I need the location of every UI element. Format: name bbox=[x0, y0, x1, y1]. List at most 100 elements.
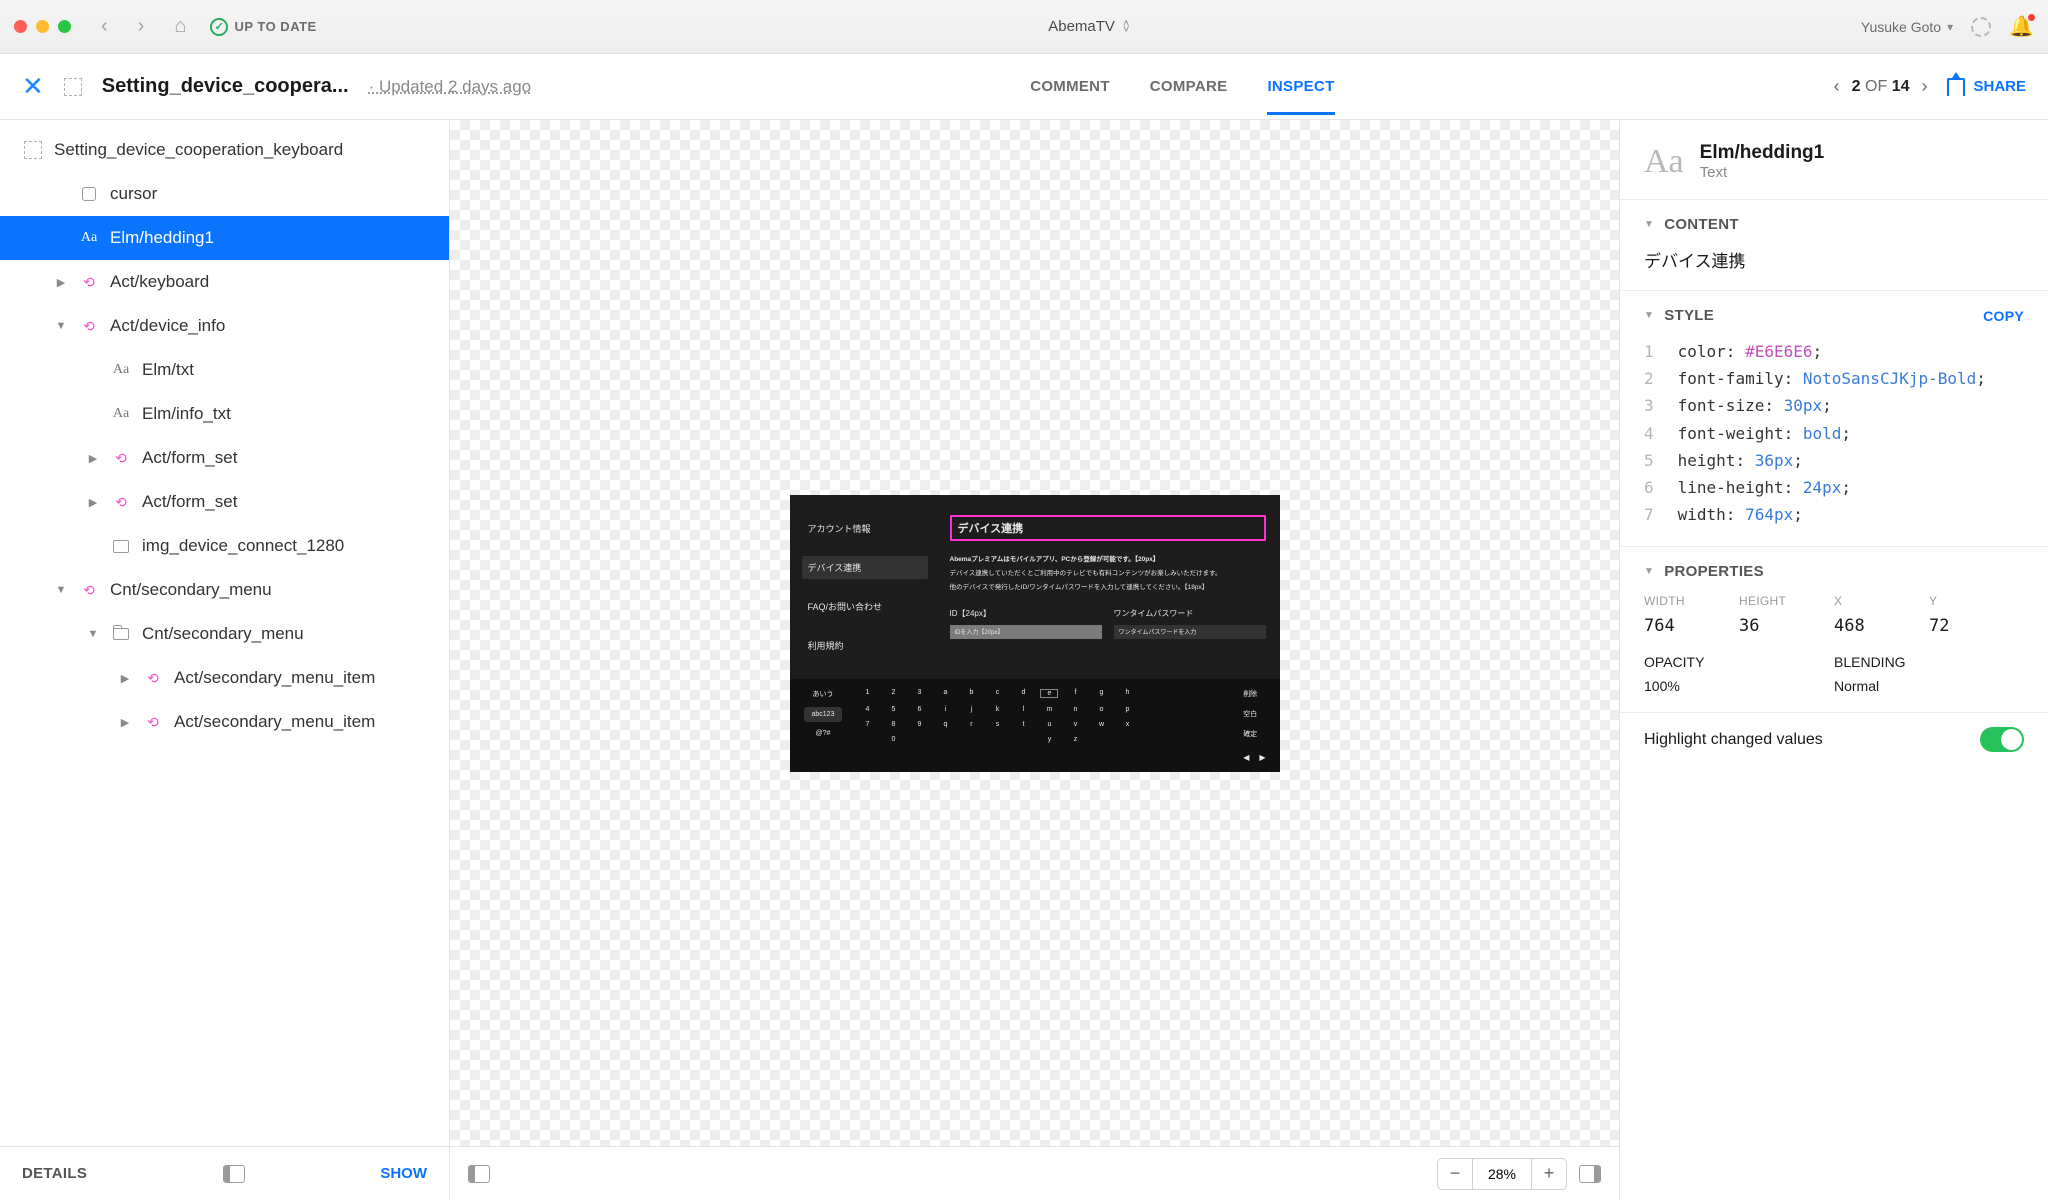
copy-style-button[interactable]: COPY bbox=[1983, 308, 2024, 324]
notifications-icon[interactable]: 🔔 bbox=[2009, 14, 2034, 39]
prop-x-label: X bbox=[1834, 594, 1929, 608]
sync-status-label: UP TO DATE bbox=[234, 19, 316, 34]
project-switcher[interactable]: AbemaTV ˄˅ bbox=[335, 18, 1843, 35]
prop-width-value[interactable]: 764 bbox=[1644, 616, 1739, 636]
preview-main: デバイス連携 Abemaプレミアムはモバイルアプリ、PCから登録が可能です。【2… bbox=[940, 495, 1280, 679]
expander-icon[interactable]: ▼ bbox=[54, 584, 68, 596]
preview-form1-label: ID【24px】 bbox=[950, 608, 1102, 619]
prop-blending-value[interactable]: Normal bbox=[1834, 678, 2024, 694]
tree-root[interactable]: Setting_device_cooperation_keyboard bbox=[0, 128, 449, 172]
tree-item[interactable]: ▶⟲Act/secondary_menu_item bbox=[0, 700, 449, 744]
expander-icon[interactable]: ▼ bbox=[54, 320, 68, 332]
user-name: Yusuke Goto bbox=[1861, 19, 1941, 35]
tab-comment[interactable]: COMMENT bbox=[1030, 78, 1110, 115]
preview-desc-3: 他のデバイスで発行したID/ワンタイムパスワードを入力して連携してください。【1… bbox=[950, 583, 1266, 593]
tree-item-label: Act/form_set bbox=[142, 448, 237, 468]
tree-item-label: Setting_device_cooperation_keyboard bbox=[54, 140, 343, 160]
kb-mode: abc123 bbox=[804, 707, 843, 722]
zoom-window[interactable] bbox=[58, 20, 71, 33]
expander-icon[interactable]: ▶ bbox=[86, 452, 100, 465]
kb-key: 5 bbox=[884, 706, 902, 713]
tab-inspect[interactable]: INSPECT bbox=[1267, 78, 1334, 115]
tree-item[interactable]: AaElm/txt bbox=[0, 348, 449, 392]
share-button[interactable]: SHARE bbox=[1947, 78, 2026, 96]
tab-compare[interactable]: COMPARE bbox=[1150, 78, 1228, 115]
pager-next-icon[interactable]: › bbox=[1921, 76, 1927, 97]
expander-icon[interactable]: ▶ bbox=[86, 496, 100, 509]
text-icon: Aa bbox=[110, 406, 132, 422]
kb-key: 8 bbox=[884, 721, 902, 728]
close-document-icon[interactable]: ✕ bbox=[22, 71, 44, 102]
highlight-changed-toggle[interactable] bbox=[1980, 727, 2024, 752]
tree-item[interactable]: AaElm/hedding1 bbox=[0, 216, 449, 260]
artboard-preview[interactable]: アカウント情報デバイス連携FAQ/お問い合わせ利用規約 デバイス連携 Abema… bbox=[790, 495, 1280, 772]
pager-prev-icon[interactable]: ‹ bbox=[1834, 76, 1840, 97]
panel-toggle-icon[interactable] bbox=[223, 1165, 245, 1183]
expander-icon[interactable]: ▶ bbox=[54, 276, 68, 289]
prop-opacity-value[interactable]: 100% bbox=[1644, 678, 1834, 694]
pager-position: 2 OF 14 bbox=[1852, 78, 1910, 96]
tree-item-label: Act/form_set bbox=[142, 492, 237, 512]
kb-key: 1 bbox=[858, 689, 876, 698]
project-name: AbemaTV bbox=[1048, 18, 1115, 35]
disclosure-triangle-icon: ▼ bbox=[1644, 219, 1654, 230]
nav-forward-icon[interactable]: › bbox=[132, 15, 151, 38]
zoom-out-button[interactable]: − bbox=[1438, 1159, 1472, 1189]
canvas-area[interactable]: アカウント情報デバイス連携FAQ/お問い合わせ利用規約 デバイス連携 Abema… bbox=[450, 120, 1619, 1146]
prop-x-value[interactable]: 468 bbox=[1834, 616, 1929, 636]
kb-key: s bbox=[988, 721, 1006, 728]
kb-key: c bbox=[988, 689, 1006, 698]
preview-form2-input: ワンタイムパスワードを入力 bbox=[1114, 625, 1266, 639]
section-content-label: CONTENT bbox=[1664, 216, 1739, 233]
section-style-header[interactable]: ▼ STYLE COPY bbox=[1644, 307, 2024, 324]
kb-key: d bbox=[1014, 689, 1032, 698]
content-value[interactable]: デバイス連携 bbox=[1644, 247, 2024, 272]
left-panel-toggle-icon[interactable] bbox=[468, 1165, 490, 1183]
kb-key: t bbox=[1014, 721, 1032, 728]
tree-item[interactable]: ▶⟲Act/keyboard bbox=[0, 260, 449, 304]
section-content-header[interactable]: ▼ CONTENT bbox=[1644, 216, 2024, 233]
tree-item-label: Cnt/secondary_menu bbox=[142, 624, 304, 644]
zoom-input[interactable] bbox=[1472, 1159, 1532, 1189]
lifesaver-icon[interactable] bbox=[1971, 17, 1991, 37]
show-details-button[interactable]: SHOW bbox=[380, 1165, 427, 1182]
home-icon[interactable]: ⌂ bbox=[168, 15, 192, 38]
right-panel-toggle-icon[interactable] bbox=[1579, 1165, 1601, 1183]
section-style: ▼ STYLE COPY 1 color: #E6E6E6;2 font-fam… bbox=[1620, 290, 2048, 546]
minimize-window[interactable] bbox=[36, 20, 49, 33]
kb-key bbox=[910, 736, 928, 743]
expander-icon[interactable]: ▶ bbox=[118, 716, 132, 729]
tree-item[interactable]: ▶⟲Act/form_set bbox=[0, 436, 449, 480]
preview-menu-item: FAQ/お問い合わせ bbox=[802, 595, 928, 618]
section-content: ▼ CONTENT デバイス連携 bbox=[1620, 199, 2048, 290]
user-menu[interactable]: Yusuke Goto ▾ bbox=[1861, 19, 1953, 35]
check-icon: ✓ bbox=[210, 18, 228, 36]
expander-icon[interactable]: ▼ bbox=[86, 628, 100, 640]
document-updated[interactable]: · Updated 2 days ago bbox=[369, 77, 532, 97]
preview-selected-heading[interactable]: デバイス連携 bbox=[950, 515, 1266, 541]
tree-item[interactable]: ▼ Cnt/secondary_menu bbox=[0, 612, 449, 656]
tree-footer: DETAILS SHOW bbox=[0, 1146, 449, 1200]
tree-item[interactable]: cursor bbox=[0, 172, 449, 216]
tree-item[interactable]: ▶⟲Act/form_set bbox=[0, 480, 449, 524]
expander-icon[interactable]: ▶ bbox=[118, 672, 132, 685]
prop-height-label: HEIGHT bbox=[1739, 594, 1834, 608]
symbol-icon: ⟲ bbox=[78, 318, 100, 335]
tree-item[interactable]: img_device_connect_1280 bbox=[0, 524, 449, 568]
tree-item[interactable]: ▼⟲Act/device_info bbox=[0, 304, 449, 348]
tree-item[interactable]: ▼⟲Cnt/secondary_menu bbox=[0, 568, 449, 612]
tree-item[interactable]: ▶⟲Act/secondary_menu_item bbox=[0, 656, 449, 700]
kb-key: y bbox=[1040, 736, 1058, 743]
folder-icon bbox=[110, 628, 132, 640]
prop-y-value[interactable]: 72 bbox=[1929, 616, 2024, 636]
css-code[interactable]: 1 color: #E6E6E6;2 font-family: NotoSans… bbox=[1644, 338, 2024, 528]
zoom-in-button[interactable]: + bbox=[1532, 1159, 1566, 1189]
kb-key: n bbox=[1066, 706, 1084, 713]
kb-key: 7 bbox=[858, 721, 876, 728]
tree-item[interactable]: AaElm/info_txt bbox=[0, 392, 449, 436]
close-window[interactable] bbox=[14, 20, 27, 33]
kb-arrows: ◀▶ bbox=[1243, 753, 1265, 762]
prop-height-value[interactable]: 36 bbox=[1739, 616, 1834, 636]
section-properties-header[interactable]: ▼ PROPERTIES bbox=[1644, 563, 2024, 580]
nav-back-icon[interactable]: ‹ bbox=[95, 15, 114, 38]
